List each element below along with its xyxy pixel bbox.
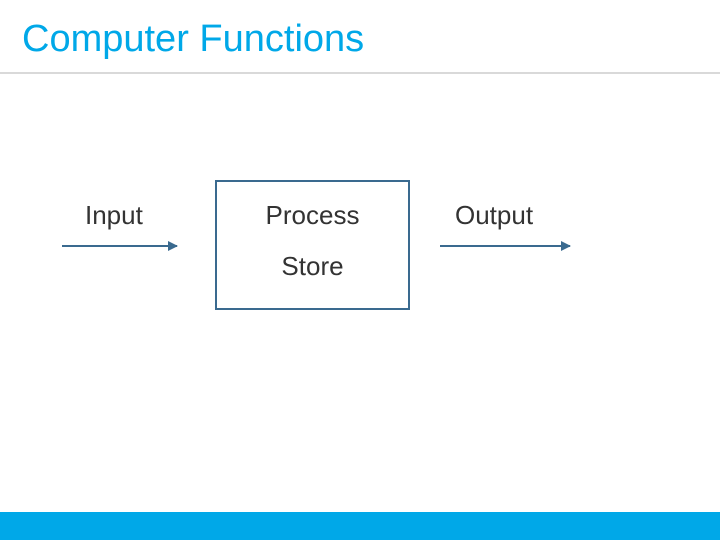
input-label: Input <box>85 200 143 231</box>
process-label: Process <box>266 200 360 231</box>
title-underline <box>0 72 720 74</box>
flow-diagram: Input Process Store Output <box>0 180 720 380</box>
process-store-box: Process Store <box>215 180 410 310</box>
footer-bar <box>0 512 720 540</box>
arrow-input-icon <box>62 245 177 247</box>
arrow-output-icon <box>440 245 570 247</box>
slide-title: Computer Functions <box>22 18 364 61</box>
store-label: Store <box>281 251 343 282</box>
output-label: Output <box>455 200 533 231</box>
